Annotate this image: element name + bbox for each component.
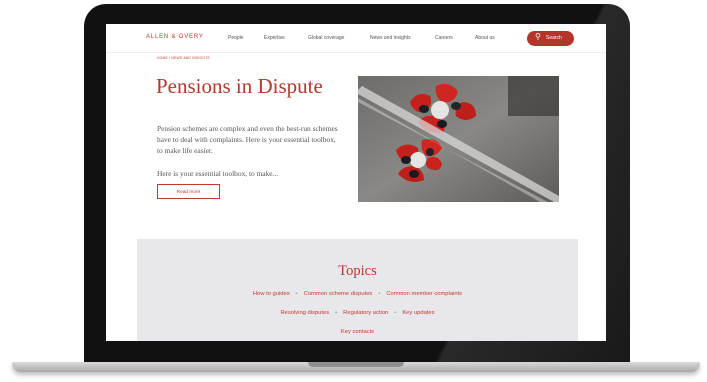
topics-row-1: How to guides • Common scheme disputes • Com… [137, 291, 578, 297]
topic-separator: • [378, 291, 381, 297]
breadcrumb[interactable]: HOME / NEWS AND INSIGHTS [157, 56, 210, 60]
nav-item-global-coverage[interactable]: Global coverage [308, 35, 344, 41]
page-title: Pensions in Dispute [156, 74, 323, 98]
topics-section: Topics How to guides • Common scheme dispu… [137, 239, 578, 341]
topics-row-3: Key contacts [137, 329, 578, 335]
nav-item-news-and-insights[interactable]: News and insights [370, 35, 411, 41]
laptop-base-notch [308, 362, 404, 367]
laptop-screen: ALLEN & OVERY People Expertise Global co… [106, 24, 606, 341]
topic-link-common-scheme-disputes[interactable]: Common scheme disputes [304, 291, 373, 297]
topics-row-2: Resolving disputes • Regulatory action • Key… [137, 310, 578, 316]
topic-link-resolving-disputes[interactable]: Resolving disputes [280, 310, 329, 316]
topic-link-common-member-complaints[interactable]: Common member complaints [386, 291, 462, 297]
nav-item-people[interactable]: People [228, 35, 244, 41]
search-button-label: Search [546, 35, 562, 41]
nav-item-expertise[interactable]: Expertise [264, 35, 285, 41]
topic-separator: • [394, 310, 397, 316]
nav-item-about-us[interactable]: About us [475, 35, 495, 41]
site-header: ALLEN & OVERY People Expertise Global co… [106, 24, 606, 53]
topic-link-regulatory-action[interactable]: Regulatory action [343, 310, 388, 316]
hero-image [358, 76, 559, 202]
nav-item-careers[interactable]: Careers [435, 35, 453, 41]
laptop-base [12, 362, 700, 372]
topic-separator: • [295, 291, 298, 297]
topic-link-key-updates[interactable]: Key updates [402, 310, 434, 316]
topics-heading: Topics [338, 263, 377, 279]
topic-link-key-contacts[interactable]: Key contacts [341, 329, 374, 335]
topic-separator: • [335, 310, 338, 316]
article-teaser: Here is your essential toolbox, to make.… [157, 169, 279, 178]
site-logo[interactable]: ALLEN & OVERY [146, 34, 204, 40]
article-intro: Pension schemes are complex and even the… [157, 124, 338, 155]
search-icon: ⚲ [535, 32, 541, 41]
topic-link-how-to-guides[interactable]: How to guides [253, 291, 290, 297]
read-more-button[interactable]: Read more [157, 184, 220, 199]
search-button[interactable]: ⚲ Search [527, 31, 574, 46]
